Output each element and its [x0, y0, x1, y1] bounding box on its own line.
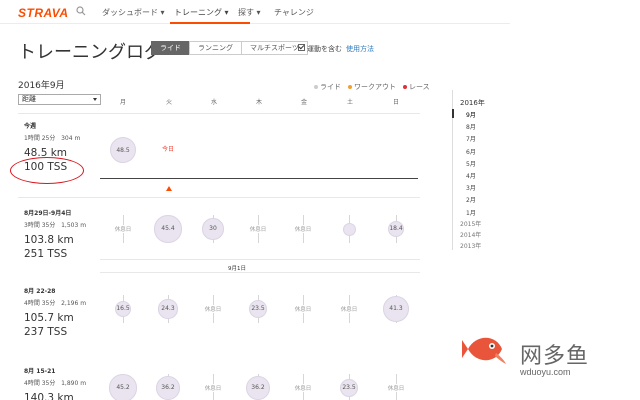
week-distance: 140.3 km	[24, 392, 74, 400]
day-header-mon: 月	[119, 99, 126, 106]
highlight-oval	[10, 157, 84, 184]
rest-day-label: 休息日	[381, 384, 411, 392]
watermark-url: wduoyu.com	[520, 367, 571, 377]
activity-bubble[interactable]: 36.2	[156, 376, 180, 400]
sidebar-month-item[interactable]: 9月	[466, 110, 476, 119]
sidebar-year-item[interactable]: 2014年	[460, 230, 481, 239]
rest-day-label: 休息日	[288, 305, 318, 313]
week-tss: 251 TSS	[24, 248, 68, 260]
week-distance: 105.7 km	[24, 312, 74, 324]
day-header-sat: 土	[346, 99, 353, 106]
race-dot-icon	[403, 85, 407, 89]
activity-bubble[interactable]: 18.4	[387, 220, 405, 238]
day-header-sun: 日	[392, 99, 399, 106]
chevron-down-icon	[93, 98, 97, 101]
page-title: トレーニングログ	[18, 42, 162, 63]
top-nav: STRAVA ダッシュボード ▾ トレーニング ▾ 探す ▾ チャレンジ	[0, 0, 510, 24]
sidebar-month-item[interactable]: 6月	[466, 147, 476, 156]
rest-day-label: 休息日	[198, 305, 228, 313]
rest-day-label: 休息日	[288, 225, 318, 233]
activity-bubble[interactable]	[342, 222, 356, 236]
sport-tabs: ライド ランニング マルチスポーツ	[151, 41, 308, 55]
tab-running[interactable]: ランニング	[189, 41, 242, 55]
rest-day-label: 休息日	[198, 384, 228, 392]
activity-bubble[interactable]: 48.5	[110, 137, 136, 163]
legend: ライド ワークアウト レース	[314, 82, 430, 92]
day-header-wed: 水	[210, 99, 217, 106]
activity-bubble[interactable]: 24.3	[158, 299, 178, 319]
activity-bubble[interactable]: 30	[202, 218, 224, 240]
week-summary-3: 8月 15-21 4時間 35分 1,890 m 140.3 km	[24, 366, 86, 400]
week-summary-2: 8月 22-28 4時間 35分 2,196 m 105.7 km 237 TS…	[24, 288, 87, 338]
sidebar-year-item[interactable]: 2015年	[460, 219, 481, 228]
sidebar-month-item[interactable]: 5月	[466, 159, 476, 168]
rest-day-label: 休息日	[108, 225, 138, 233]
activity-bubble[interactable]: 36.2	[246, 376, 270, 400]
activity-bubble[interactable]: 23.5	[339, 378, 359, 398]
metric-select[interactable]: 距離	[18, 94, 101, 105]
legend-race: レース	[403, 82, 430, 92]
sidebar-current-year[interactable]: 2016年	[460, 98, 485, 108]
divider	[100, 272, 420, 273]
activity-bubble[interactable]: 45.4	[154, 215, 182, 243]
week-summary-1: 8月29日-9月4日 3時間 35分 1,503 m 103.8 km 251 …	[24, 210, 87, 260]
day-header-tue: 火	[165, 99, 172, 106]
nav-explore[interactable]: 探す ▾	[238, 7, 261, 18]
sidebar-month-item[interactable]: 7月	[466, 134, 476, 143]
tab-ride[interactable]: ライド	[151, 41, 190, 55]
today-marker-icon	[166, 186, 172, 191]
activity-bubble[interactable]: 45.2	[109, 374, 137, 400]
include-workouts-checkbox[interactable]	[298, 44, 305, 51]
include-workouts-label: 運動を含む	[307, 45, 342, 53]
metric-select-value: 距離	[22, 95, 36, 103]
divider	[100, 259, 420, 260]
week-tss: 237 TSS	[24, 326, 68, 338]
legend-ride: ライド	[314, 82, 341, 92]
sidebar-month-item[interactable]: 4月	[466, 171, 476, 180]
day-header-fri: 金	[300, 99, 307, 106]
watermark-text: 网多鱼	[520, 344, 590, 369]
sidebar-month-item[interactable]: 3月	[466, 183, 476, 192]
nav-challenges[interactable]: チャレンジ	[274, 7, 314, 18]
activity-bubble[interactable]: 23.5	[248, 299, 268, 319]
divider	[18, 113, 420, 114]
activity-bubble[interactable]: 16.5	[114, 300, 132, 318]
sidebar-month-item[interactable]: 1月	[466, 208, 476, 217]
howto-link[interactable]: 使用方法	[346, 44, 374, 54]
ride-dot-icon	[314, 85, 318, 89]
nav-training[interactable]: トレーニング ▾	[174, 7, 229, 18]
day-header-thu: 木	[255, 99, 262, 106]
rest-day-label: 休息日	[334, 305, 364, 313]
month-label: 2016年9月	[18, 81, 65, 91]
month-separator: 9月1日	[228, 266, 246, 272]
divider	[18, 197, 420, 198]
today-label: 今日	[162, 146, 175, 153]
workout-dot-icon	[348, 85, 352, 89]
rest-day-label: 休息日	[243, 225, 273, 233]
active-nav-indicator	[170, 22, 250, 24]
fish-logo-icon	[462, 337, 506, 364]
sidebar-month-item[interactable]: 8月	[466, 122, 476, 131]
current-week-timeline	[100, 178, 418, 179]
legend-workout: ワークアウト	[348, 82, 396, 92]
strava-logo[interactable]: STRAVA	[18, 6, 69, 20]
sidebar-month-item[interactable]: 2月	[466, 195, 476, 204]
search-icon[interactable]	[76, 6, 86, 16]
active-month-indicator	[452, 109, 454, 118]
sidebar-year-item[interactable]: 2013年	[460, 241, 481, 250]
nav-dashboard[interactable]: ダッシュボード ▾	[102, 7, 165, 18]
week-distance: 103.8 km	[24, 234, 74, 246]
rest-day-label: 休息日	[288, 384, 318, 392]
activity-bubble[interactable]: 41.3	[383, 296, 409, 322]
